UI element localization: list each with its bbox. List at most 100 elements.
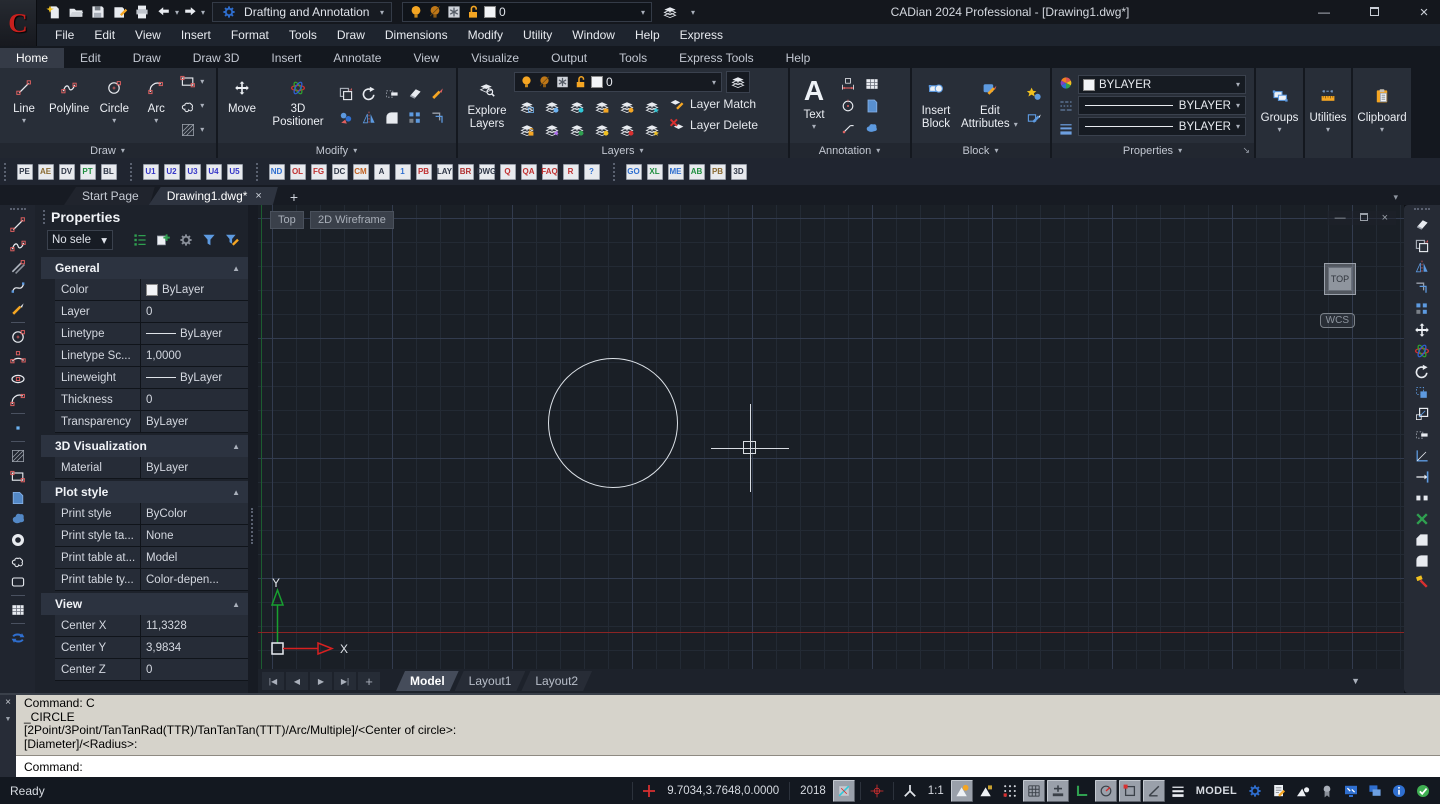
layer-freeze-icon[interactable]: [567, 97, 587, 117]
prop-filter-icon[interactable]: [199, 230, 219, 250]
layers-flat-icon[interactable]: [660, 2, 680, 22]
prop-gear-icon[interactable]: [176, 230, 196, 250]
toolbar-handle[interactable]: [1414, 208, 1430, 210]
explode-icon[interactable]: [1410, 571, 1434, 592]
redo-icon[interactable]: [180, 2, 200, 22]
point-move-icon[interactable]: PT: [78, 162, 97, 181]
block-panel-label[interactable]: Block▾: [912, 143, 1050, 158]
excel-export-icon[interactable]: XL: [645, 162, 664, 181]
doc-convert-icon[interactable]: DC: [330, 162, 349, 181]
rotate-icon[interactable]: [359, 84, 379, 104]
recover-icon[interactable]: R: [561, 162, 580, 181]
copy-icon[interactable]: [336, 84, 356, 104]
qa-icon[interactable]: QA: [519, 162, 538, 181]
revcloud-icon[interactable]: [6, 550, 30, 571]
layer-thaw-icon[interactable]: [567, 120, 587, 140]
lineweight-selector[interactable]: BYLAYER ▾: [1078, 117, 1246, 136]
vp-restore-icon[interactable]: [1360, 212, 1368, 224]
ribbon-tab-edit[interactable]: Edit: [64, 48, 117, 68]
pline-edit-icon[interactable]: PE: [15, 162, 34, 181]
3d-2d-icon[interactable]: 3D: [729, 162, 748, 181]
prop-row-print-style[interactable]: Print style ByColor: [55, 503, 248, 525]
section-header-general[interactable]: General▲: [41, 257, 248, 279]
command-history[interactable]: Command: C_CIRCLE[2Point/3Point/TanTanRa…: [16, 695, 1440, 756]
new-doc-tab-button[interactable]: +: [286, 189, 302, 205]
vp-minimize-icon[interactable]: —: [1335, 212, 1346, 224]
rectangle-caret-icon[interactable]: ▾: [199, 77, 205, 86]
region-icon[interactable]: [6, 571, 30, 592]
section-header-plot[interactable]: Plot style▲: [41, 481, 248, 503]
erase-icon[interactable]: [1410, 214, 1434, 235]
menu-express[interactable]: Express: [671, 26, 732, 44]
doc-tab-close-icon[interactable]: ×: [255, 190, 261, 202]
polar-icon[interactable]: [1095, 780, 1117, 802]
section-header-3d[interactable]: 3D Visualization▲: [41, 435, 248, 457]
matchprops-icon[interactable]: [428, 84, 448, 104]
layer-freeze-icon[interactable]: [555, 75, 570, 90]
revcloud-caret-icon[interactable]: ▾: [199, 101, 205, 110]
layer-translate-icon[interactable]: LAY: [435, 162, 454, 181]
circle-button[interactable]: Circle▾: [94, 71, 134, 141]
viewcube[interactable]: TOP: [1324, 263, 1356, 295]
ortho-icon[interactable]: [1071, 780, 1093, 802]
quick-properties-icon[interactable]: [1268, 780, 1290, 802]
layer-dim-bulb-icon[interactable]: [537, 75, 552, 90]
ribbon-tab-draw-3d[interactable]: Draw 3D: [177, 48, 256, 68]
prop-row-lineweight[interactable]: Lineweight ByLayer: [55, 367, 248, 389]
toolbar-handle[interactable]: [130, 163, 135, 181]
menu-insert[interactable]: Insert: [172, 26, 220, 44]
menu-tools[interactable]: Tools: [280, 26, 326, 44]
layer-color-swatch[interactable]: [591, 76, 603, 88]
scale-icon[interactable]: [1410, 403, 1434, 424]
undo-arrows-icon[interactable]: [6, 627, 30, 648]
prop-row-print-style-table[interactable]: Print style ta... None: [55, 525, 248, 547]
colorwheel-icon[interactable]: [1056, 73, 1076, 93]
block-edit-icon[interactable]: [1024, 108, 1044, 128]
layer-dim-bulb-icon[interactable]: [427, 4, 443, 20]
prop-tree-icon[interactable]: [130, 230, 150, 250]
toolbar-handle[interactable]: [613, 163, 618, 181]
ribbon-tab-tools[interactable]: Tools: [603, 48, 663, 68]
hatch-icon[interactable]: [6, 445, 30, 466]
menu-format[interactable]: Format: [222, 26, 278, 44]
fillet-icon[interactable]: [1410, 550, 1434, 571]
ribbon-tab-annotate[interactable]: Annotate: [317, 48, 397, 68]
ribbon-tab-insert[interactable]: Insert: [255, 48, 317, 68]
snap-display-icon[interactable]: [833, 780, 855, 802]
ole-insert-icon[interactable]: OL: [288, 162, 307, 181]
prop-row-center-z[interactable]: Center Z 0: [55, 659, 248, 681]
save-icon[interactable]: [88, 2, 108, 22]
isolate-objects-icon[interactable]: [1292, 780, 1314, 802]
space-toggle[interactable]: MODEL: [1191, 785, 1242, 797]
divide-icon[interactable]: DV: [57, 162, 76, 181]
array-rect-icon[interactable]: [1410, 382, 1434, 403]
undo-icon[interactable]: [154, 2, 174, 22]
fillet-icon[interactable]: [382, 108, 402, 128]
line-icon[interactable]: [6, 214, 30, 235]
menu-utility[interactable]: Utility: [514, 26, 561, 44]
grid-icon[interactable]: [1023, 780, 1045, 802]
lineweight-icon[interactable]: [1056, 119, 1076, 139]
ribbon-tab-view[interactable]: View: [397, 48, 455, 68]
ribbon-tab-output[interactable]: Output: [535, 48, 603, 68]
redo-caret-icon[interactable]: ▾: [200, 8, 206, 17]
groups-button[interactable]: Groups▾: [1260, 78, 1300, 148]
minimize-button[interactable]: —: [1314, 5, 1334, 19]
arc-button[interactable]: Arc▾: [136, 71, 176, 141]
utilities-button[interactable]: Utilities▾: [1308, 78, 1348, 148]
line-button[interactable]: Line▾: [4, 71, 44, 141]
linetype-selector[interactable]: BYLAYER ▾: [1078, 96, 1246, 115]
table-icon[interactable]: [862, 74, 882, 94]
layers-panel-label[interactable]: Layers▾: [458, 143, 788, 158]
move-icon[interactable]: [1410, 319, 1434, 340]
wipeout-icon[interactable]: [6, 508, 30, 529]
stretch-icon[interactable]: [1410, 424, 1434, 445]
layout-tab-layout1[interactable]: Layout1: [455, 671, 526, 691]
move-button[interactable]: Move: [222, 71, 262, 141]
menu-dimensions[interactable]: Dimensions: [376, 26, 457, 44]
annotation-autoscale-icon[interactable]: [975, 780, 997, 802]
quick-exit-icon[interactable]: GO: [624, 162, 643, 181]
grid-snap-icon[interactable]: [866, 780, 888, 802]
doc-tab-drawing1-dwg-[interactable]: Drawing1.dwg*×: [149, 187, 278, 205]
array-icon[interactable]: [1410, 298, 1434, 319]
